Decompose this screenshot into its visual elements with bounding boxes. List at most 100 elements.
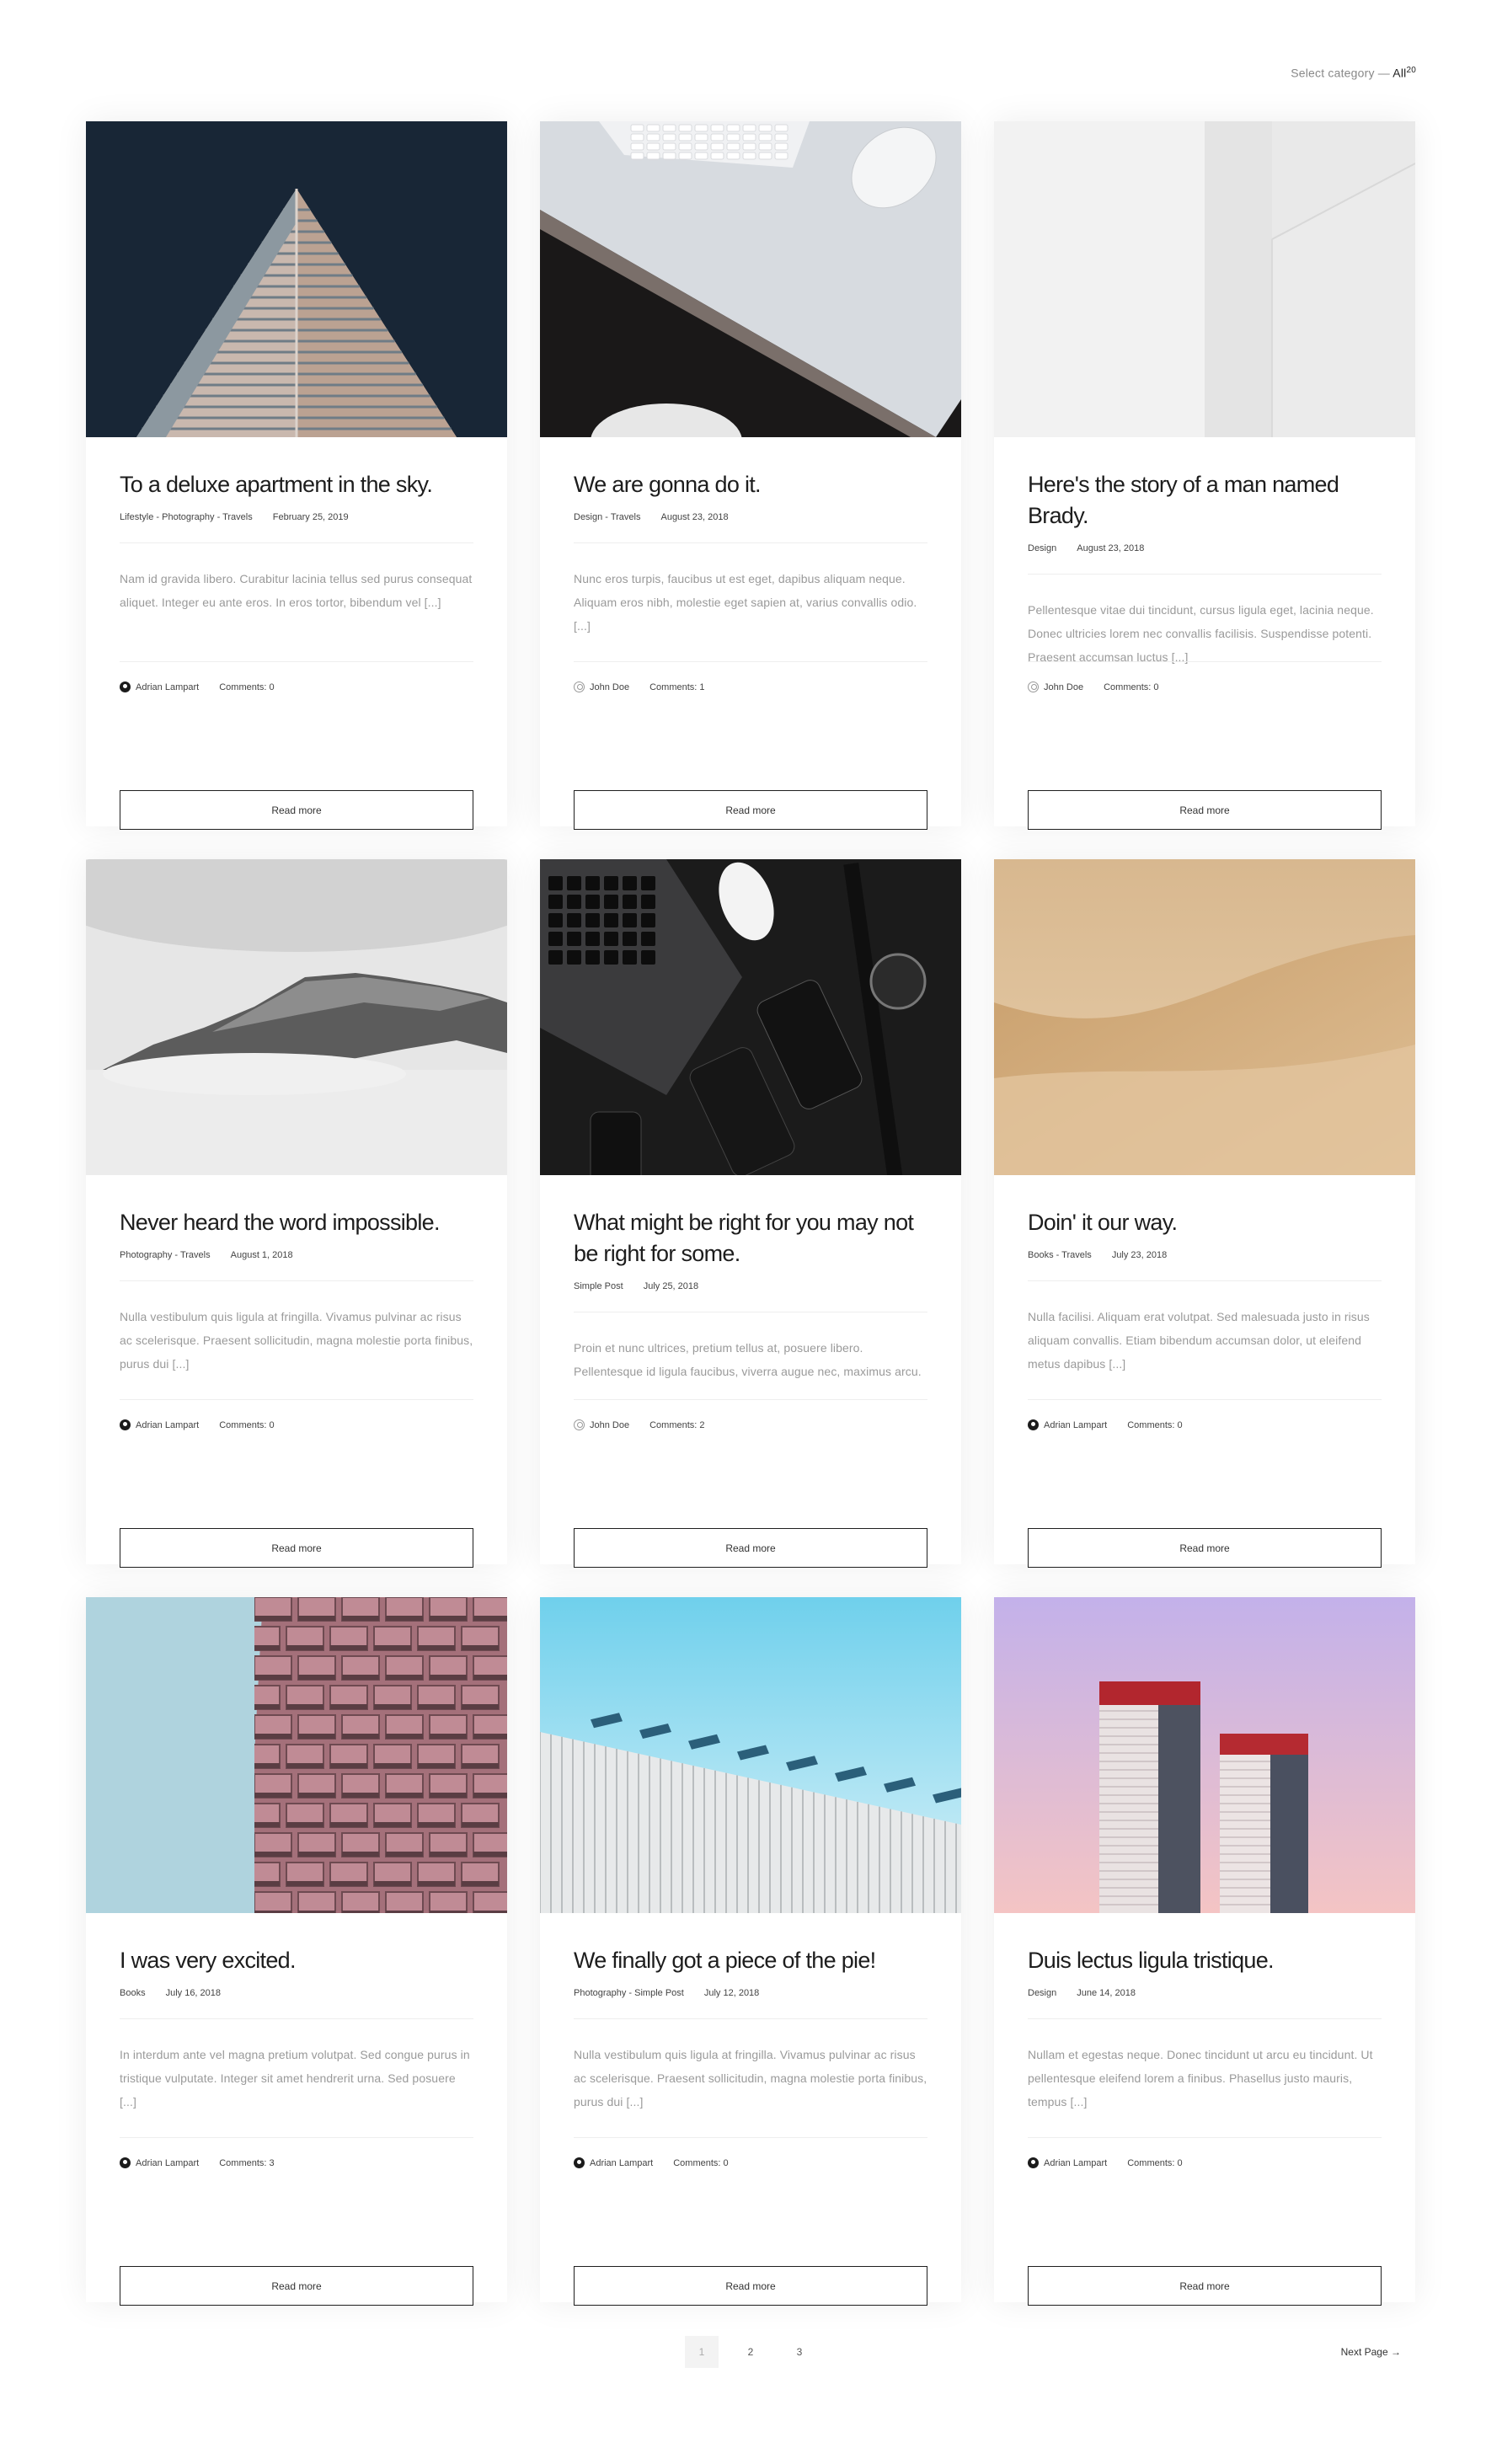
divider bbox=[1028, 2018, 1382, 2019]
read-more-button[interactable]: Read more bbox=[574, 790, 927, 830]
post-excerpt: Proin et nunc ultrices, pretium tellus a… bbox=[574, 1341, 922, 1378]
post-author[interactable]: John Doe bbox=[574, 1419, 629, 1430]
read-more-button[interactable]: Read more bbox=[120, 1528, 473, 1568]
post-author[interactable]: Adrian Lampart bbox=[120, 1419, 199, 1430]
post-title[interactable]: Here's the story of a man named Brady. bbox=[1028, 469, 1382, 532]
category-filter-value[interactable]: All bbox=[1392, 67, 1406, 80]
comment-count[interactable]: Comments: 0 bbox=[1127, 1420, 1182, 1430]
post-thumbnail[interactable] bbox=[540, 121, 961, 437]
post-title[interactable]: Duis lectus ligula tristique. bbox=[1028, 1945, 1382, 1976]
post-author[interactable]: Adrian Lampart bbox=[120, 2157, 199, 2168]
post-footer: Adrian Lampart Comments: 0 bbox=[1028, 2157, 1183, 2168]
post-date[interactable]: July 12, 2018 bbox=[704, 1988, 759, 1998]
post-author[interactable]: Adrian Lampart bbox=[1028, 2157, 1107, 2168]
post-title[interactable]: Never heard the word impossible. bbox=[120, 1207, 473, 1238]
read-more-button[interactable]: Read more bbox=[574, 1528, 927, 1568]
post-thumbnail[interactable] bbox=[86, 121, 507, 437]
post-author[interactable]: Adrian Lampart bbox=[1028, 1419, 1107, 1430]
post-excerpt: Nam id gravida libero. Curabitur lacinia… bbox=[120, 572, 473, 609]
post-date[interactable]: August 1, 2018 bbox=[231, 1250, 293, 1260]
post-title[interactable]: I was very excited. bbox=[120, 1945, 473, 1976]
post-card: I was very excited. Books July 16, 2018 … bbox=[86, 1597, 507, 2306]
post-grid: To a deluxe apartment in the sky. Lifest… bbox=[86, 121, 1415, 2306]
user-avatar-icon bbox=[1028, 1419, 1039, 1430]
author-name: Adrian Lampart bbox=[590, 2157, 654, 2168]
user-avatar-icon bbox=[120, 681, 131, 692]
post-categories[interactable]: Photography - Travels bbox=[120, 1250, 211, 1260]
post-author[interactable]: John Doe bbox=[574, 681, 629, 692]
post-meta: Photography - Travels August 1, 2018 bbox=[120, 1250, 473, 1260]
page-1-link[interactable]: 1 bbox=[685, 2336, 719, 2368]
post-thumbnail[interactable] bbox=[86, 859, 507, 1175]
post-date[interactable]: August 23, 2018 bbox=[1077, 543, 1144, 553]
post-categories[interactable]: Design bbox=[1028, 543, 1056, 553]
read-more-button[interactable]: Read more bbox=[1028, 1528, 1382, 1568]
post-thumbnail[interactable] bbox=[994, 121, 1415, 437]
post-thumbnail[interactable] bbox=[994, 1597, 1415, 1913]
post-categories[interactable]: Design bbox=[1028, 1988, 1056, 1998]
divider bbox=[1028, 2137, 1382, 2138]
category-filter[interactable]: Select category — All20 bbox=[1291, 66, 1416, 80]
divider bbox=[1028, 574, 1382, 575]
post-categories[interactable]: Books bbox=[120, 1988, 146, 1998]
comment-count[interactable]: Comments: 0 bbox=[1127, 2158, 1182, 2168]
post-thumbnail[interactable] bbox=[86, 1597, 507, 1913]
comment-count[interactable]: Comments: 1 bbox=[649, 682, 704, 692]
read-more-button[interactable]: Read more bbox=[1028, 2266, 1382, 2306]
post-categories[interactable]: Simple Post bbox=[574, 1281, 623, 1291]
post-thumbnail[interactable] bbox=[994, 859, 1415, 1175]
post-excerpt: Nunc eros turpis, faucibus ut est eget, … bbox=[574, 572, 917, 633]
post-title[interactable]: We finally got a piece of the pie! bbox=[574, 1945, 927, 1976]
post-body: Doin' it our way. Books - Travels July 2… bbox=[1028, 1175, 1382, 1568]
post-excerpt: Nulla vestibulum quis ligula at fringill… bbox=[120, 1310, 473, 1371]
comment-count[interactable]: Comments: 0 bbox=[219, 1420, 274, 1430]
post-date[interactable]: June 14, 2018 bbox=[1077, 1988, 1136, 1998]
post-date[interactable]: July 23, 2018 bbox=[1112, 1250, 1167, 1260]
user-avatar-icon bbox=[120, 1419, 131, 1430]
post-date[interactable]: July 16, 2018 bbox=[166, 1988, 221, 1998]
page-3-link[interactable]: 3 bbox=[783, 2336, 816, 2368]
post-author[interactable]: Adrian Lampart bbox=[574, 2157, 653, 2168]
next-page-link[interactable]: Next Page → bbox=[1341, 2346, 1401, 2358]
comment-count[interactable]: Comments: 3 bbox=[219, 2158, 274, 2168]
post-footer: Adrian Lampart Comments: 0 bbox=[1028, 1419, 1183, 1430]
post-thumbnail[interactable] bbox=[540, 859, 961, 1175]
post-excerpt: Pellentesque vitae dui tincidunt, cursus… bbox=[1028, 603, 1374, 664]
dark-gadgets-photo bbox=[540, 859, 961, 1175]
divider bbox=[120, 1280, 473, 1281]
post-author[interactable]: John Doe bbox=[1028, 681, 1083, 692]
post-date[interactable]: February 25, 2019 bbox=[273, 512, 349, 522]
comment-count[interactable]: Comments: 0 bbox=[219, 682, 274, 692]
post-title[interactable]: To a deluxe apartment in the sky. bbox=[120, 469, 473, 500]
divider bbox=[1028, 661, 1382, 662]
page-2-link[interactable]: 2 bbox=[734, 2336, 767, 2368]
post-categories[interactable]: Books - Travels bbox=[1028, 1250, 1092, 1260]
read-more-button[interactable]: Read more bbox=[1028, 790, 1382, 830]
comment-count[interactable]: Comments: 0 bbox=[1104, 682, 1158, 692]
read-more-button[interactable]: Read more bbox=[120, 790, 473, 830]
author-name: Adrian Lampart bbox=[136, 1419, 200, 1430]
read-more-button[interactable]: Read more bbox=[120, 2266, 473, 2306]
post-body: I was very excited. Books July 16, 2018 … bbox=[120, 1913, 473, 2306]
post-title[interactable]: Doin' it our way. bbox=[1028, 1207, 1382, 1238]
post-thumbnail[interactable] bbox=[540, 1597, 961, 1913]
comment-count[interactable]: Comments: 0 bbox=[673, 2158, 728, 2168]
post-body: We are gonna do it. Design - Travels Aug… bbox=[574, 437, 927, 830]
divider bbox=[1028, 1399, 1382, 1400]
sand-dune-photo bbox=[994, 859, 1415, 1175]
post-card: Never heard the word impossible. Photogr… bbox=[86, 859, 507, 1568]
comment-count[interactable]: Comments: 2 bbox=[649, 1420, 704, 1430]
user-avatar-icon bbox=[574, 681, 585, 692]
divider bbox=[574, 2137, 927, 2138]
post-categories[interactable]: Lifestyle - Photography - Travels bbox=[120, 512, 253, 522]
post-title[interactable]: We are gonna do it. bbox=[574, 469, 927, 500]
post-title[interactable]: What might be right for you may not be r… bbox=[574, 1207, 927, 1269]
post-date[interactable]: August 23, 2018 bbox=[660, 512, 728, 522]
post-date[interactable]: July 25, 2018 bbox=[644, 1281, 698, 1291]
post-author[interactable]: Adrian Lampart bbox=[120, 681, 199, 692]
read-more-button[interactable]: Read more bbox=[574, 2266, 927, 2306]
author-name: John Doe bbox=[1044, 681, 1084, 692]
post-meta: Books July 16, 2018 bbox=[120, 1988, 473, 1998]
post-categories[interactable]: Design - Travels bbox=[574, 512, 640, 522]
post-categories[interactable]: Photography - Simple Post bbox=[574, 1988, 684, 1998]
